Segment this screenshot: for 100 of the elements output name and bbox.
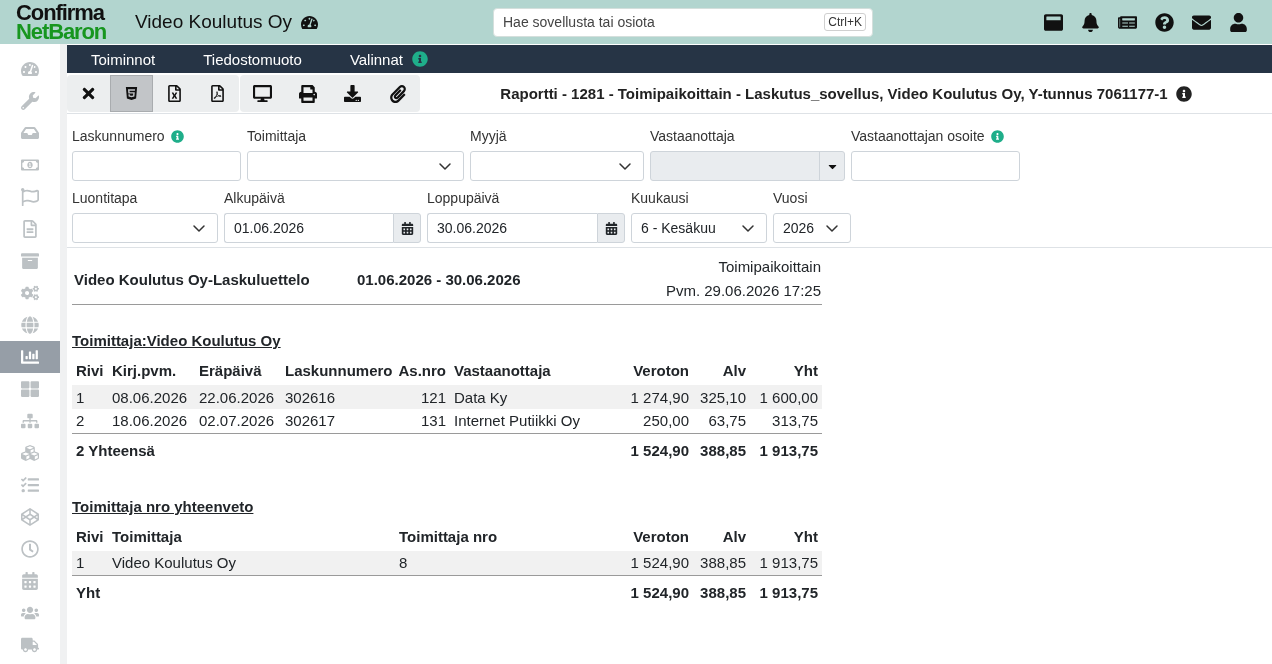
table-cell: 302617 (281, 409, 393, 433)
pdf-file-icon (209, 85, 226, 102)
table-cell: 1 (72, 385, 108, 409)
mail-icon[interactable] (1192, 12, 1211, 32)
archive-icon (21, 252, 39, 270)
user-icon[interactable] (1229, 12, 1248, 32)
field-label: Loppupäivä (427, 190, 500, 206)
column-header: Eräpäivä (195, 355, 281, 385)
table-cell: 1 274,90 (600, 385, 693, 409)
spreadsheet-file-icon (166, 85, 183, 102)
table-cell: Internet Putiikki Oy (450, 409, 600, 433)
gears-icon (21, 284, 39, 302)
table-cell: 121 (393, 385, 450, 409)
total-cell: 388,85 (693, 433, 750, 467)
close-icon (80, 85, 97, 102)
column-header: As.nro (393, 355, 450, 385)
calendar-icon (604, 221, 618, 235)
table-cell: 63,75 (693, 409, 750, 433)
toolbar-button[interactable] (110, 75, 153, 112)
checklist-icon (21, 476, 39, 494)
menu-item[interactable]: Tiedostomuoto (179, 45, 326, 73)
input-field[interactable] (851, 151, 1020, 181)
column-header: Laskunnumero (281, 355, 393, 385)
total-cell: 388,85 (693, 575, 750, 609)
select-field[interactable] (470, 151, 644, 181)
table-cell: 131 (393, 409, 450, 433)
info-icon[interactable] (1175, 85, 1192, 102)
total-label: 2 Yhteensä (72, 433, 600, 467)
total-cell: 1 524,90 (600, 575, 693, 609)
field-label: Toimittaja (247, 128, 307, 144)
field-label: Kuukausi (631, 190, 689, 206)
wrench-icon (21, 92, 39, 110)
table-cell: 325,10 (693, 385, 750, 409)
chevron-icon (826, 224, 838, 232)
table-cell: 1 524,90 (600, 551, 693, 575)
select-field[interactable] (247, 151, 464, 181)
table-cell: 1 913,75 (750, 551, 822, 575)
download-icon (344, 85, 361, 102)
column-header: Rivi (72, 355, 108, 385)
help-icon[interactable] (1155, 12, 1174, 32)
column-header: Veroton (600, 521, 693, 551)
globe-icon (21, 316, 39, 334)
menu-item[interactable]: Toiminnot (67, 45, 180, 73)
total-cell: 1 913,75 (750, 433, 822, 467)
section-heading: Toimittaja:Video Koulutus Oy (72, 331, 281, 351)
people-icon (21, 604, 39, 622)
logo: Confirma NetBaron (16, 3, 108, 41)
clock-icon (21, 540, 39, 558)
select-field[interactable]: 6 - Kesäkuu (631, 213, 767, 243)
flag-icon (21, 188, 39, 206)
column-header: Kirj.pvm. (108, 355, 195, 385)
gauge-icon[interactable] (301, 13, 319, 31)
chevron-icon (742, 224, 754, 232)
notifications-icon[interactable] (1081, 12, 1100, 32)
field-label: Vastaanottaja (650, 128, 735, 144)
menu-item[interactable]: Valinnat (325, 45, 452, 73)
column-header: Toimittaja nro (395, 521, 600, 551)
column-header: Rivi (72, 521, 108, 551)
field-label: Vuosi (773, 190, 808, 206)
table-cell: 313,75 (750, 409, 822, 433)
table-cell: Video Koulutus Oy (108, 551, 395, 575)
calendar-button[interactable] (597, 213, 625, 243)
print-date: Pvm. 29.06.2026 17:25 (665, 281, 821, 301)
calendar-icon (21, 572, 39, 590)
table-cell: 08.06.2026 (108, 385, 195, 409)
column-header: Yht (750, 355, 822, 385)
table-cell: 02.07.2026 (195, 409, 281, 433)
select-field[interactable] (72, 213, 218, 243)
cubes-icon (21, 444, 39, 462)
calendar-button[interactable] (393, 213, 421, 243)
total-cell: 1 913,75 (750, 575, 822, 609)
column-header: Toimittaja (108, 521, 395, 551)
document-title: Video Koulutus Oy-Laskuluettelo (74, 270, 311, 288)
print-icon (298, 84, 317, 103)
paperclip-icon (388, 84, 407, 103)
section-heading: Toimittaja nro yhteenveto (72, 497, 254, 517)
grid-icon (21, 380, 39, 398)
table-cell: 22.06.2026 (195, 385, 281, 409)
field-label: Laskunnumero (72, 128, 165, 144)
field-label: Myyjä (470, 128, 507, 144)
column-header: Alv (693, 355, 750, 385)
keyboard-shortcut: Ctrl+K (824, 13, 866, 31)
chevron-icon (439, 162, 451, 170)
select-field[interactable]: 2026 (773, 213, 851, 243)
window-icon[interactable] (1044, 12, 1063, 32)
sidebar-item[interactable] (0, 341, 60, 373)
inbox-icon (21, 124, 39, 142)
table-cell: 250,00 (600, 409, 693, 433)
grouping-label: Toimipaikoittain (718, 257, 821, 277)
shield-icon (124, 86, 139, 101)
column-header: Veroton (600, 355, 693, 385)
input-field[interactable] (72, 151, 241, 181)
table-cell: 388,85 (693, 551, 750, 575)
date-field[interactable]: 30.06.2026 (427, 213, 597, 243)
total-label: Yht (72, 575, 600, 609)
field-label: Luontitapa (72, 190, 138, 206)
table-cell: 8 (395, 551, 600, 575)
document-icon (21, 220, 39, 238)
date-field[interactable]: 01.06.2026 (224, 213, 393, 243)
table-cell: 302616 (281, 385, 393, 409)
